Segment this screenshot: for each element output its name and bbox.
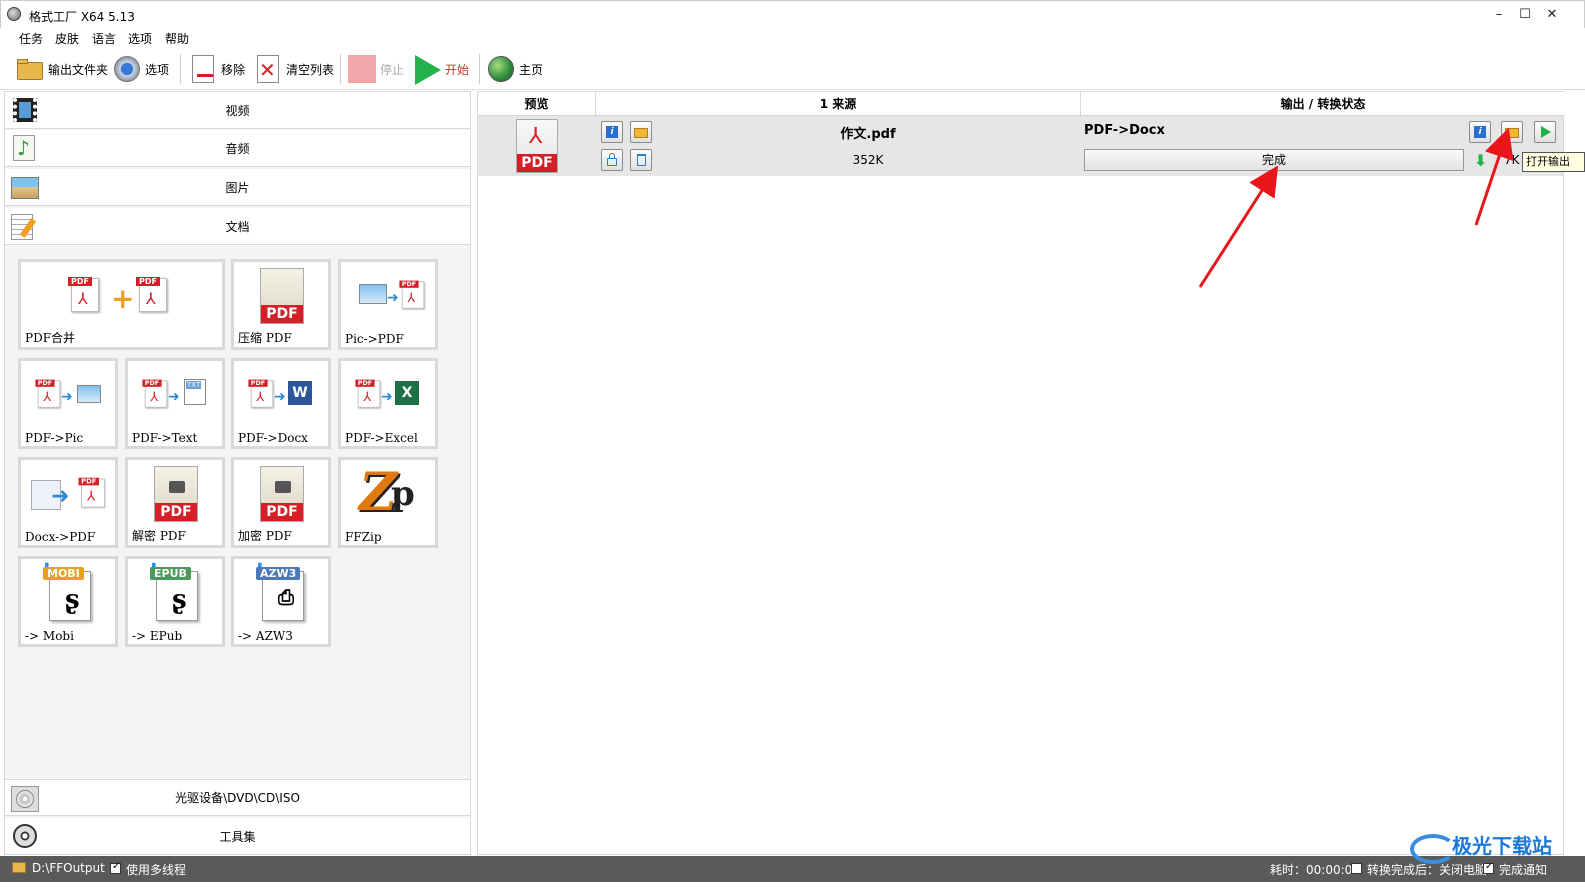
multithread-checkbox[interactable]: ✓ bbox=[110, 861, 121, 874]
annotation-arrows bbox=[1198, 127, 1514, 288]
status-bar: D:\FFOutput ✓ 使用多线程 耗时：00:00:01 转换完成后：关闭… bbox=[0, 856, 1585, 882]
watermark-logo: 极光下载站 bbox=[1410, 828, 1570, 880]
shutdown-checkbox[interactable] bbox=[1351, 863, 1362, 874]
annotation-arrow bbox=[1198, 165, 1279, 288]
multithread-label: 使用多线程 bbox=[126, 863, 187, 877]
folder-icon bbox=[12, 862, 26, 873]
watermark-text: 极光下载站 bbox=[1452, 834, 1552, 858]
elapsed-time: 耗时：00:00:01 bbox=[1270, 863, 1360, 877]
output-path[interactable]: D:\FFOutput bbox=[32, 861, 105, 875]
annotation-arrow bbox=[1474, 127, 1514, 226]
logo-swirl-icon bbox=[1410, 834, 1456, 864]
